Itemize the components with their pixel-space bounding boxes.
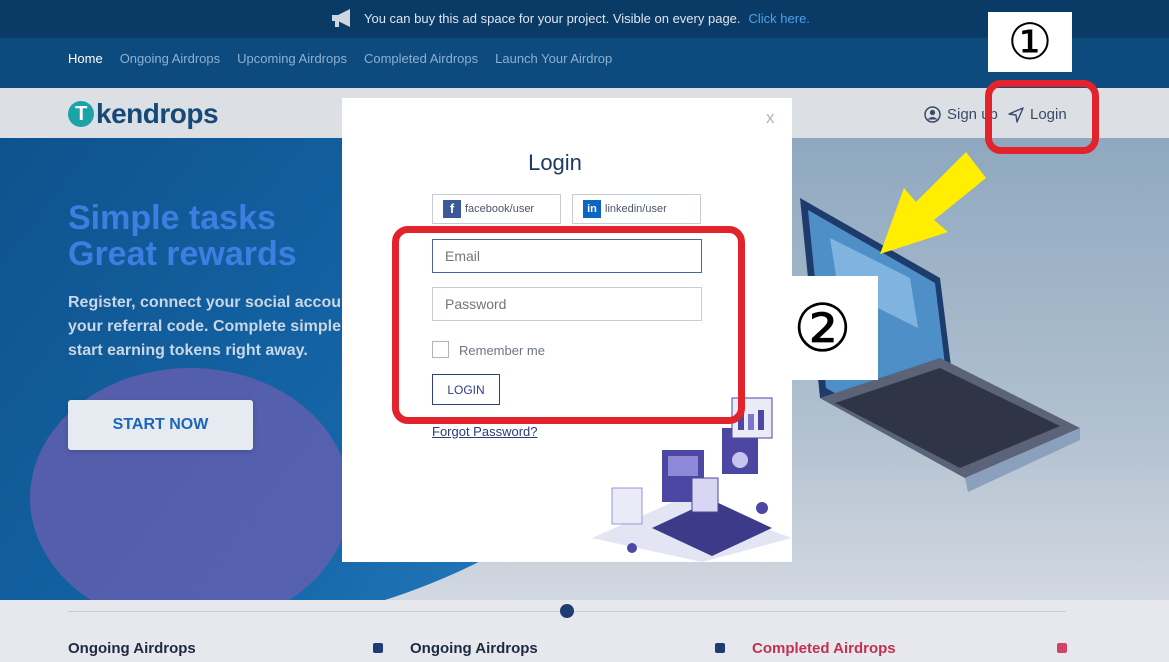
- user-circle-icon: [924, 106, 941, 123]
- start-now-button[interactable]: START NOW: [68, 400, 253, 450]
- annotation-box-form: [392, 226, 745, 424]
- section-marker-icon: [373, 643, 383, 653]
- annotation-arrow-icon: [880, 152, 986, 254]
- annotation-box-login: [985, 80, 1099, 154]
- facebook-label: facebook/user: [465, 203, 535, 215]
- section-ongoing-airdrops[interactable]: Ongoing Airdrops: [68, 640, 196, 657]
- section-marker-icon: [1057, 643, 1067, 653]
- hero-headline: Simple tasks Great rewards: [68, 200, 297, 272]
- annotation-marker-1: ①: [988, 12, 1072, 72]
- section-ongoing-airdrops-2[interactable]: Ongoing Airdrops: [410, 640, 538, 657]
- hero-headline-line2: Great rewards: [68, 235, 297, 273]
- facebook-icon: f: [443, 200, 461, 218]
- logo-text: kendrops: [96, 98, 219, 129]
- logo-mark-icon: T: [68, 101, 94, 127]
- megaphone-icon: [332, 9, 350, 27]
- close-icon[interactable]: x: [766, 108, 775, 128]
- nav-ongoing-airdrops[interactable]: Ongoing Airdrops: [120, 51, 220, 66]
- forgot-password-link[interactable]: Forgot Password?: [432, 424, 538, 439]
- site-logo[interactable]: Tkendrops: [68, 98, 219, 130]
- airdrop-sections: Ongoing Airdrops Ongoing Airdrops Comple…: [0, 600, 1169, 662]
- hero-subtext: Register, connect your social accou your…: [68, 294, 341, 359]
- modal-title: Login: [528, 150, 582, 175]
- nav-launch-airdrop[interactable]: Launch Your Airdrop: [495, 51, 612, 66]
- nav-home[interactable]: Home: [68, 51, 103, 66]
- annotation-marker-2: ②: [767, 276, 878, 380]
- linkedin-icon: in: [583, 200, 601, 218]
- ad-text: You can buy this ad space for your proje…: [364, 10, 741, 26]
- carousel-dot[interactable]: [560, 604, 574, 618]
- facebook-login-button[interactable]: f facebook/user: [432, 194, 561, 224]
- ad-link[interactable]: Click here.: [749, 11, 810, 26]
- section-completed-airdrops[interactable]: Completed Airdrops: [752, 640, 896, 657]
- nav-upcoming-airdrops[interactable]: Upcoming Airdrops: [237, 51, 347, 66]
- section-marker-icon: [715, 643, 725, 653]
- linkedin-label: linkedin/user: [605, 203, 667, 215]
- hero-headline-line1: Simple tasks: [68, 199, 276, 237]
- nav-completed-airdrops[interactable]: Completed Airdrops: [364, 51, 478, 66]
- linkedin-login-button[interactable]: in linkedin/user: [572, 194, 701, 224]
